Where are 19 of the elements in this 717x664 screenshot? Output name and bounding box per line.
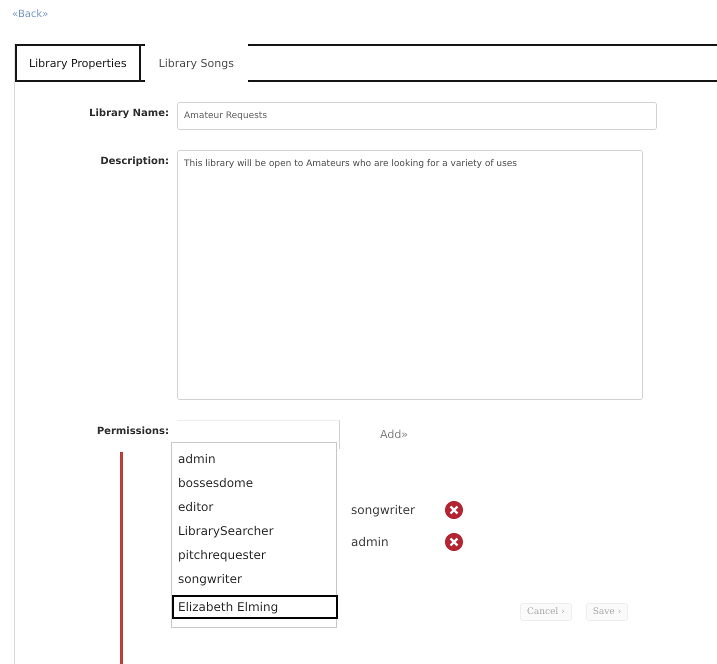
- role-name: admin: [351, 535, 390, 549]
- dropdown-option[interactable]: admin: [172, 447, 336, 471]
- dropdown-option[interactable]: Elizabeth Elming: [172, 595, 338, 619]
- remove-icon[interactable]: [445, 533, 463, 551]
- dropdown-option[interactable]: LibrarySearcher: [172, 519, 336, 543]
- role-name: songwriter: [351, 503, 416, 517]
- field-label: Permissions:: [96, 425, 169, 439]
- description-field[interactable]: This library will be open to Amateurs who are looking for a variety of uses: [177, 150, 643, 400]
- dropdown-option[interactable]: pitchrequester: [172, 543, 336, 567]
- field-label: Description:: [99, 155, 169, 169]
- tab[interactable]: Library Songs: [144, 44, 248, 82]
- dropdown-option[interactable]: songwriter: [172, 567, 336, 591]
- name-field[interactable]: Amateur Requests: [177, 102, 657, 130]
- tab[interactable]: Library Properties: [15, 44, 141, 82]
- dropdown-option[interactable]: editor: [172, 495, 336, 519]
- dropdown-option[interactable]: bossesdome: [172, 471, 336, 495]
- field-label: Library Name:: [88, 107, 169, 121]
- add-button[interactable]: Add»: [380, 428, 408, 441]
- remove-icon[interactable]: [445, 501, 463, 519]
